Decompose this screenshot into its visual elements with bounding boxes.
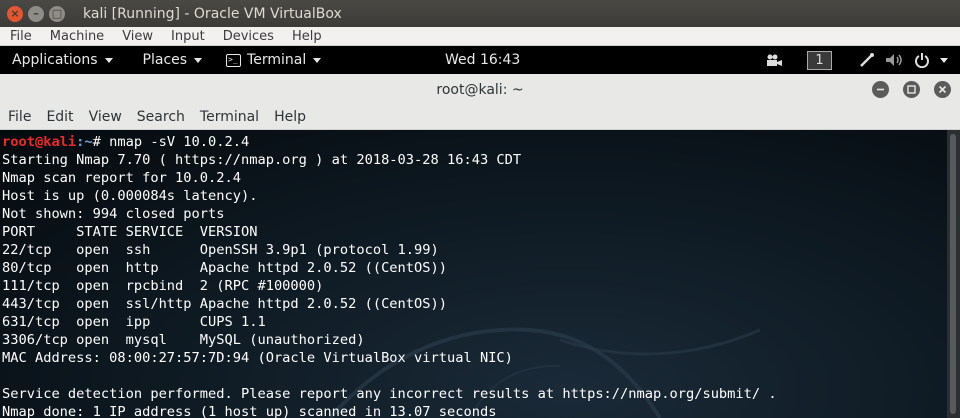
window-controls: × – □: [7, 5, 65, 22]
output-line: 111/tcp open rpcbind 2 (RPC #100000): [2, 278, 324, 294]
places-label: Places: [142, 52, 188, 68]
minimize-button[interactable]: [872, 81, 889, 98]
scrollbar-thumb[interactable]: [950, 134, 956, 414]
workspace-indicator[interactable]: 1: [807, 50, 832, 70]
close-button[interactable]: [934, 81, 951, 98]
minimize-icon: [877, 88, 884, 91]
window-title: kali [Running] - Oracle VM VirtualBox: [83, 5, 342, 22]
terminal-menubar: File Edit View Search Terminal Help: [0, 105, 960, 130]
terminal-menu-edit[interactable]: Edit: [38, 109, 80, 125]
output-line: 22/tcp open ssh OpenSSH 3.9p1 (protocol …: [2, 242, 439, 258]
vbox-menubar: File Machine View Input Devices Help: [0, 27, 960, 46]
vbox-menu-view[interactable]: View: [112, 29, 161, 44]
terminal-window-title: root@kali: ~: [436, 81, 524, 98]
output-line: 3306/tcp open mysql MySQL (unauthorized): [2, 332, 365, 348]
maximize-icon: [907, 85, 916, 94]
terminal-icon: >_: [226, 53, 242, 67]
output-line: Nmap done: 1 IP address (1 host up) scan…: [2, 404, 497, 418]
output-line: ​: [2, 367, 777, 385]
output-line: 631/tcp open ipp CUPS 1.1: [2, 314, 266, 330]
output-line: MAC Address: 08:00:27:57:7D:94 (Oracle V…: [2, 350, 513, 366]
applications-label: Applications: [12, 52, 98, 68]
applications-menu[interactable]: Applications: [12, 52, 113, 68]
prompt-line: root@kali:~# nmap -sV 10.0.2.4: [2, 133, 777, 151]
output-line: Starting Nmap 7.70 ( https://nmap.org ) …: [2, 152, 522, 168]
prompt-user: root@kali: [2, 134, 77, 150]
output-line: Host is up (0.000084s latency).: [2, 188, 258, 204]
power-icon[interactable]: [914, 52, 930, 68]
output-line: Not shown: 994 closed ports: [2, 206, 225, 222]
chevron-down-icon[interactable]: [940, 57, 948, 63]
terminal-app-label: Terminal: [247, 52, 307, 68]
chevron-down-icon: [194, 57, 203, 63]
vbox-menu-machine[interactable]: Machine: [40, 29, 112, 44]
output-line: Nmap scan report for 10.0.2.4: [2, 170, 241, 186]
terminal-menu-file[interactable]: File: [0, 109, 38, 125]
vbox-menu-input[interactable]: Input: [161, 29, 213, 44]
vbox-menu-devices[interactable]: Devices: [213, 29, 282, 44]
volume-icon[interactable]: [884, 52, 904, 68]
terminal-scrollbar[interactable]: [947, 130, 960, 418]
maximize-button[interactable]: [903, 81, 920, 98]
terminal-title-bar: root@kali: ~: [0, 74, 960, 105]
terminal-menu-search[interactable]: Search: [129, 109, 192, 125]
window-maximize-button[interactable]: □: [49, 5, 65, 22]
terminal-window-controls: [872, 81, 951, 98]
close-icon: [938, 85, 947, 94]
vbox-menu-file[interactable]: File: [0, 29, 40, 44]
system-tray: 1: [765, 46, 960, 74]
chevron-down-icon: [313, 57, 322, 63]
window-close-button[interactable]: ×: [7, 5, 23, 22]
terminal-output-area[interactable]: root@kali:~# nmap -sV 10.0.2.4 Starting N…: [0, 130, 947, 418]
prompt-path: :~: [76, 134, 93, 150]
terminal-app-menu[interactable]: >_ Terminal: [226, 52, 322, 68]
output-line: Service detection performed. Please repo…: [2, 386, 777, 402]
terminal-text: root@kali:~# nmap -sV 10.0.2.4 Starting N…: [2, 133, 777, 418]
places-menu[interactable]: Places: [143, 52, 203, 68]
window-minimize-button[interactable]: –: [28, 5, 44, 22]
output-line: 443/tcp open ssl/http Apache httpd 2.0.5…: [2, 296, 447, 312]
terminal-menu-view[interactable]: View: [81, 109, 129, 125]
gnome-top-bar: Applications Places >_ Terminal Wed 16:4…: [0, 46, 960, 74]
output-line: PORT STATE SERVICE VERSION: [2, 224, 258, 240]
video-camera-icon[interactable]: [765, 53, 783, 67]
chevron-down-icon: [104, 57, 113, 63]
vbox-title-bar: × – □ kali [Running] - Oracle VM Virtual…: [0, 0, 960, 27]
clock[interactable]: Wed 16:43: [445, 52, 520, 68]
pen-tool-icon[interactable]: [858, 51, 876, 69]
vbox-menu-help[interactable]: Help: [282, 29, 330, 44]
terminal-menu-terminal[interactable]: Terminal: [192, 109, 266, 125]
prompt-command: # nmap -sV 10.0.2.4: [92, 134, 250, 150]
terminal-menu-help[interactable]: Help: [266, 109, 313, 125]
output-line: 80/tcp open http Apache httpd 2.0.52 ((C…: [2, 260, 447, 276]
